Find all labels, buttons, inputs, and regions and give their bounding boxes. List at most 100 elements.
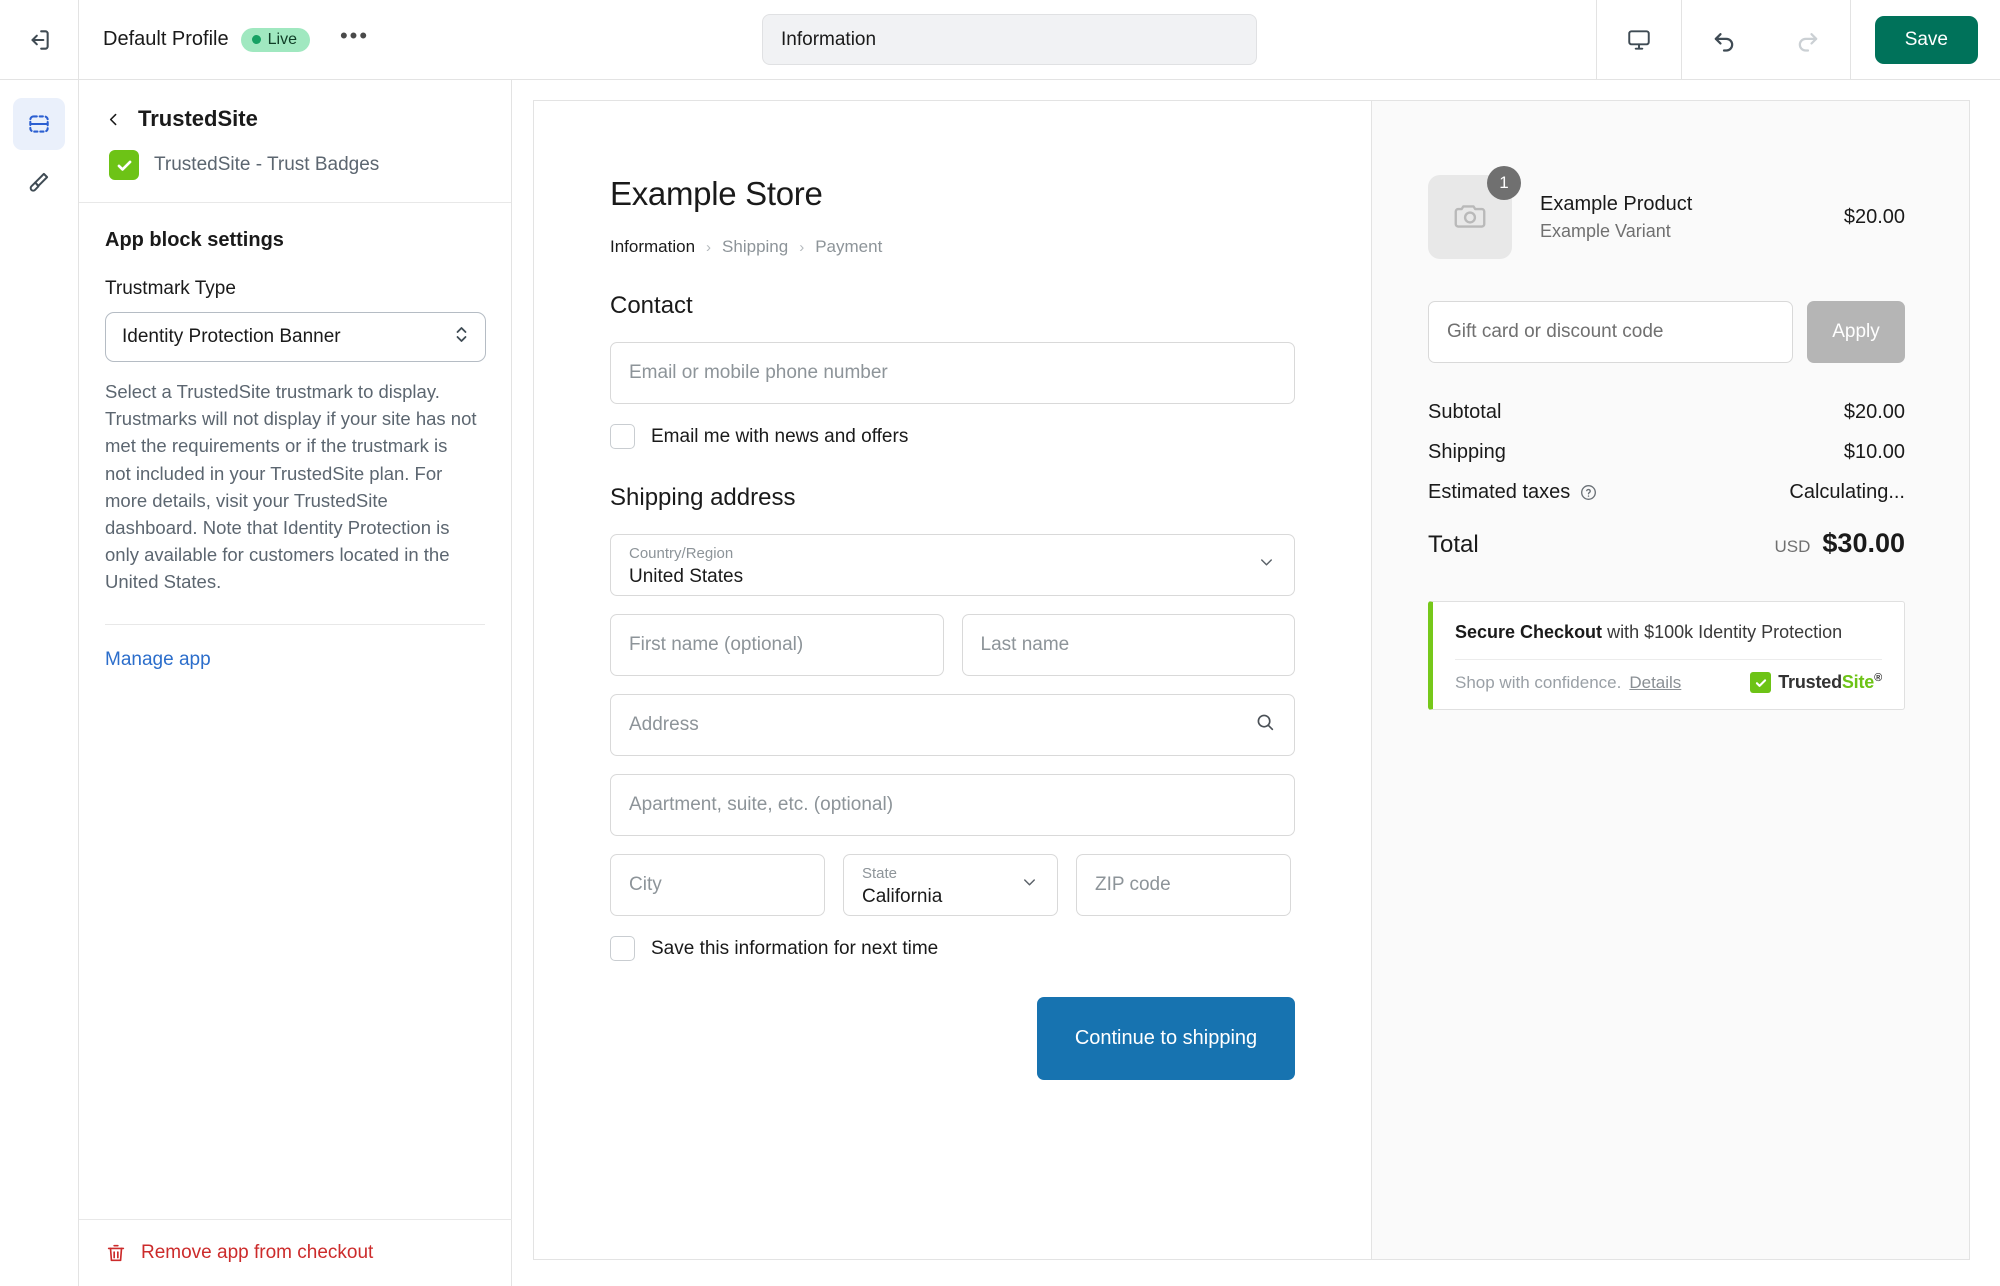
total-value: $30.00	[1822, 528, 1905, 558]
taxes-label-group: Estimated taxes	[1428, 481, 1598, 504]
help-circle-icon[interactable]	[1579, 483, 1598, 502]
save-info-checkbox[interactable]	[610, 936, 635, 961]
save-info-checkbox-row: Save this information for next time	[610, 936, 1295, 961]
trustmark-help-text: Select a TrustedSite trustmark to displa…	[105, 381, 477, 593]
redo-button[interactable]	[1766, 0, 1850, 79]
state-label: State	[862, 864, 898, 882]
exit-editor-button[interactable]	[0, 0, 79, 79]
first-name-field[interactable]: First name (optional)	[610, 614, 944, 676]
sections-icon	[29, 115, 49, 133]
total-line-taxes: Estimated taxes Calculating...	[1428, 481, 1905, 504]
wordmark-trusted: Trusted	[1778, 672, 1842, 692]
discount-code-input[interactable]: Gift card or discount code	[1428, 301, 1793, 363]
continue-to-shipping-button[interactable]: Continue to shipping	[1037, 997, 1295, 1080]
sidebar-title-row: TrustedSite	[105, 106, 485, 132]
product-variant: Example Variant	[1540, 220, 1671, 241]
chevron-down-icon	[1257, 553, 1276, 578]
breadcrumb-item-shipping[interactable]: Shipping	[722, 237, 788, 257]
last-name-placeholder: Last name	[980, 634, 1070, 655]
breadcrumb-separator: ›	[799, 238, 805, 256]
trust-banner-subtext-group: Shop with confidence. Details	[1455, 673, 1681, 693]
top-bar-actions: Save	[1595, 0, 2000, 79]
rail-item-design[interactable]	[13, 156, 65, 208]
first-name-placeholder: First name (optional)	[629, 634, 804, 655]
address-field[interactable]: Address	[610, 694, 1295, 756]
country-select[interactable]: Country/Region United States	[610, 534, 1295, 596]
breadcrumb-item-payment[interactable]: Payment	[815, 237, 882, 257]
trustmark-type-label: Trustmark Type	[105, 278, 236, 299]
email-field[interactable]: Email or mobile phone number	[610, 342, 1295, 404]
name-row: First name (optional) Last name	[610, 614, 1295, 676]
trust-banner-subtext: Shop with confidence.	[1455, 672, 1622, 692]
remove-app-button[interactable]: Remove app from checkout	[79, 1219, 512, 1286]
status-badge-label: Live	[267, 30, 297, 48]
app-identity-row: TrustedSite - Trust Badges	[105, 150, 485, 180]
last-name-field[interactable]: Last name	[961, 614, 1295, 676]
save-button[interactable]: Save	[1874, 15, 1978, 64]
camera-placeholder-icon	[1454, 205, 1486, 228]
live-dot-icon	[251, 35, 261, 44]
trustedsite-identity-protection-banner: Secure Checkout with $100k Identity Prot…	[1428, 601, 1905, 710]
trust-banner-headline: Secure Checkout with $100k Identity Prot…	[1455, 622, 1882, 643]
state-select[interactable]: State California	[843, 854, 1058, 916]
trust-banner-headline-rest: with $100k Identity Protection	[1602, 622, 1843, 642]
search-glyph-icon	[1257, 714, 1274, 731]
trustmark-type-select-wrapper: Identity Protection Banner	[105, 312, 486, 362]
quantity-badge: 1	[1487, 166, 1521, 200]
apartment-field[interactable]: Apartment, suite, etc. (optional)	[610, 774, 1295, 836]
product-info: Example Product Example Variant	[1540, 193, 1844, 242]
product-name: Example Product	[1540, 192, 1693, 215]
remove-app-label: Remove app from checkout	[141, 1242, 374, 1263]
city-field[interactable]: City	[610, 854, 825, 916]
check-glyph-icon	[117, 160, 131, 171]
breadcrumb: Information › Shipping › Payment	[610, 237, 1295, 257]
total-line-subtotal: Subtotal $20.00	[1428, 401, 1905, 424]
trustmark-type-select[interactable]: Identity Protection Banner	[105, 312, 486, 362]
product-price: $20.00	[1843, 205, 1905, 228]
divider	[1849, 0, 1851, 79]
paintbrush-icon	[29, 172, 49, 192]
total-line-grand: Total USD $30.00	[1428, 528, 1905, 559]
left-rail	[0, 80, 79, 1286]
save-info-label: Save this information for next time	[651, 937, 939, 959]
manage-app-link[interactable]: Manage app	[79, 625, 511, 695]
trustedsite-check-icon	[109, 150, 139, 180]
total-label: Total	[1428, 531, 1479, 558]
breadcrumb-item-information[interactable]: Information	[610, 237, 695, 257]
breadcrumb-separator: ›	[706, 238, 712, 256]
trust-banner-details-link[interactable]: Details	[1629, 673, 1681, 692]
total-line-shipping: Shipping $10.00	[1428, 441, 1905, 464]
city-state-zip-row: City State California ZIP code	[610, 854, 1295, 916]
apartment-placeholder: Apartment, suite, etc. (optional)	[629, 794, 894, 815]
store-name: Example Store	[610, 175, 823, 212]
profile-name: Default Profile	[103, 28, 229, 50]
taxes-label: Estimated taxes	[1428, 481, 1571, 503]
discount-row: Gift card or discount code Apply	[1428, 301, 1905, 363]
sidebar-header: TrustedSite TrustedSite - Trust Badges	[79, 80, 511, 203]
page-title: TrustedSite	[138, 106, 258, 131]
shipping-value: $10.00	[1843, 441, 1905, 463]
apartment-row: Apartment, suite, etc. (optional)	[610, 774, 1295, 836]
more-options-button[interactable]: •••	[332, 24, 377, 52]
subtotal-value: $20.00	[1843, 401, 1905, 423]
apply-discount-button[interactable]: Apply	[1807, 301, 1905, 363]
newsletter-checkbox[interactable]	[610, 424, 635, 449]
undo-button[interactable]	[1682, 0, 1766, 79]
total-amount-group: USD $30.00	[1775, 528, 1906, 559]
shipping-section-title: Shipping address	[610, 484, 796, 511]
rail-item-sections[interactable]	[13, 98, 65, 150]
zip-placeholder: ZIP code	[1095, 874, 1171, 895]
zip-field[interactable]: ZIP code	[1076, 854, 1291, 916]
search-icon[interactable]	[1254, 711, 1276, 739]
totals-list: Subtotal $20.00 Shipping $10.00 Estimate…	[1428, 401, 1905, 559]
back-button[interactable]	[105, 111, 122, 128]
wordmark-site: Site	[1841, 672, 1875, 692]
discount-code-placeholder: Gift card or discount code	[1447, 321, 1664, 342]
page-selector[interactable]: Information	[762, 14, 1257, 65]
preview-device-button[interactable]	[1597, 0, 1681, 79]
address-row: Address	[610, 694, 1295, 756]
wordmark-registered: ®	[1874, 672, 1882, 684]
app-settings-sidebar: TrustedSite TrustedSite - Trust Badges A…	[79, 80, 512, 1286]
exit-icon	[31, 29, 49, 50]
newsletter-checkbox-row: Email me with news and offers	[610, 424, 1295, 449]
